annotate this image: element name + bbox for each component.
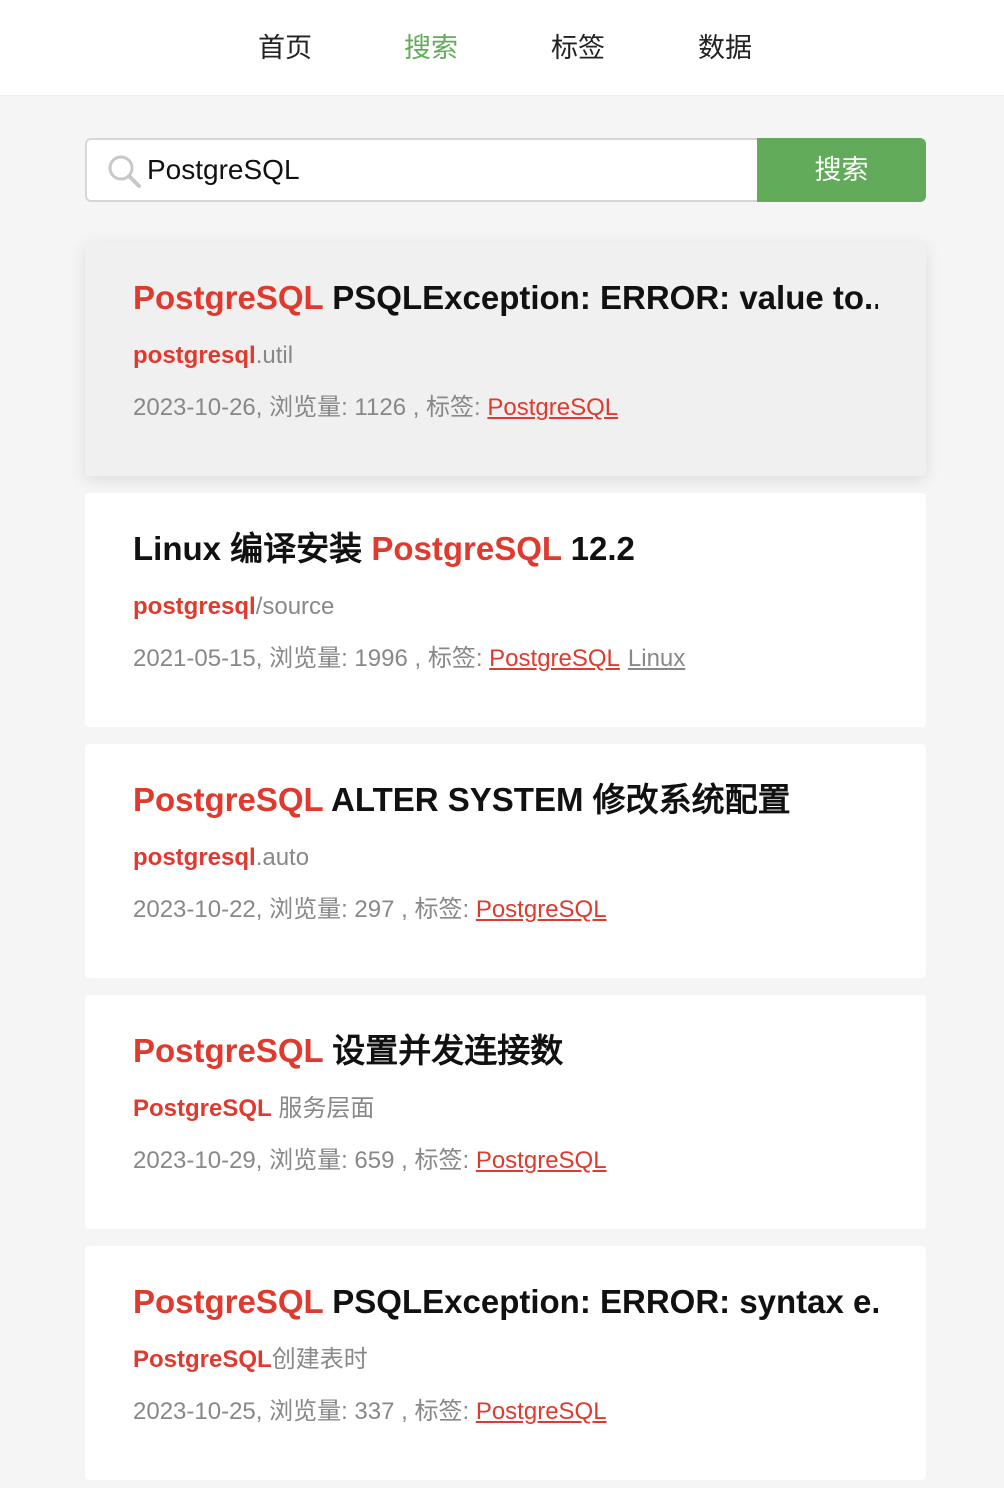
nav-item-home[interactable]: 首页	[235, 28, 335, 68]
title-text: ALTER SYSTEM 修改系统配置	[323, 781, 791, 818]
meta-text: 2023-10-22, 浏览量: 297 , 标签:	[133, 896, 476, 923]
search-button[interactable]: 搜索	[757, 138, 926, 202]
search-input[interactable]	[147, 148, 747, 192]
title-text: 设置并发连接数	[323, 1032, 564, 1069]
title-text: PSQLException: ERROR: value to...	[323, 279, 878, 316]
result-meta: 2023-10-26, 浏览量: 1126 , 标签: PostgreSQL	[133, 392, 878, 424]
top-nav: 首页 搜索 标签 数据	[0, 0, 1004, 96]
result-summary: PostgreSQL创建表时	[133, 1344, 878, 1376]
result-card[interactable]: PostgreSQL PSQLException: ERROR: syntax …	[85, 1246, 926, 1480]
result-summary: postgresql/source	[133, 591, 878, 623]
result-card[interactable]: PostgreSQL 设置并发连接数 PostgreSQL 服务层面 2023-…	[85, 995, 926, 1229]
summary-highlight: PostgreSQL	[133, 1095, 272, 1122]
title-text: PSQLException: ERROR: syntax e...	[323, 1283, 878, 1320]
result-card[interactable]: PostgreSQL PSQLException: ERROR: value t…	[85, 242, 926, 476]
result-meta: 2023-10-29, 浏览量: 659 , 标签: PostgreSQL	[133, 1145, 878, 1177]
summary-highlight: PostgreSQL	[133, 1346, 272, 1373]
tag-link[interactable]: Linux	[628, 645, 685, 672]
result-summary: postgresql.util	[133, 340, 878, 372]
result-title[interactable]: PostgreSQL PSQLException: ERROR: value t…	[133, 276, 878, 320]
meta-text: 2023-10-29, 浏览量: 659 , 标签:	[133, 1147, 476, 1174]
summary-highlight: postgresql	[133, 844, 256, 871]
title-highlight: PostgreSQL	[133, 1032, 324, 1069]
title-highlight: PostgreSQL	[371, 530, 562, 567]
summary-highlight: postgresql	[133, 593, 256, 620]
nav-item-data[interactable]: 数据	[675, 28, 775, 68]
result-summary: PostgreSQL 服务层面	[133, 1093, 878, 1125]
title-highlight: PostgreSQL	[133, 781, 324, 818]
summary-text: .auto	[255, 844, 310, 871]
tag-link[interactable]: PostgreSQL	[487, 394, 618, 421]
tag-link[interactable]: PostgreSQL	[476, 1147, 607, 1174]
tag-link[interactable]: PostgreSQL	[489, 645, 620, 672]
result-title[interactable]: PostgreSQL ALTER SYSTEM 修改系统配置	[133, 778, 878, 822]
result-meta: 2023-10-22, 浏览量: 297 , 标签: PostgreSQL	[133, 894, 878, 926]
summary-text: /source	[255, 593, 335, 620]
title-text: 12.2	[561, 530, 635, 567]
nav-item-search[interactable]: 搜索	[381, 28, 481, 68]
search-bar: 搜索	[85, 138, 926, 202]
nav-item-tags[interactable]: 标签	[528, 28, 628, 68]
result-summary: postgresql.auto	[133, 842, 878, 874]
result-title[interactable]: Linux 编译安装 PostgreSQL 12.2	[133, 527, 878, 571]
search-box[interactable]	[85, 138, 757, 202]
summary-text: 创建表时	[271, 1346, 368, 1373]
result-card[interactable]: Linux 编译安装 PostgreSQL 12.2 postgresql/so…	[85, 493, 926, 727]
summary-text: 服务层面	[271, 1095, 375, 1122]
result-title[interactable]: PostgreSQL 设置并发连接数	[133, 1029, 878, 1073]
tag-link[interactable]: PostgreSQL	[476, 896, 607, 923]
result-meta: 2023-10-25, 浏览量: 337 , 标签: PostgreSQL	[133, 1396, 878, 1428]
result-meta: 2021-05-15, 浏览量: 1996 , 标签: PostgreSQL Li…	[133, 643, 878, 675]
result-title[interactable]: PostgreSQL PSQLException: ERROR: syntax …	[133, 1280, 878, 1324]
meta-text: 2021-05-15, 浏览量: 1996 , 标签:	[133, 645, 490, 672]
result-card[interactable]: PostgreSQL ALTER SYSTEM 修改系统配置 postgresq…	[85, 744, 926, 978]
summary-highlight: postgresql	[133, 342, 256, 369]
tag-link[interactable]: PostgreSQL	[476, 1398, 607, 1425]
title-highlight: PostgreSQL	[133, 1283, 324, 1320]
title-prefix: Linux 编译安装	[133, 530, 372, 567]
summary-text: .util	[255, 342, 294, 369]
meta-text: 2023-10-25, 浏览量: 337 , 标签:	[133, 1398, 476, 1425]
meta-text: 2023-10-26, 浏览量: 1126 , 标签:	[133, 394, 488, 421]
search-icon	[105, 152, 145, 192]
title-highlight: PostgreSQL	[133, 279, 324, 316]
